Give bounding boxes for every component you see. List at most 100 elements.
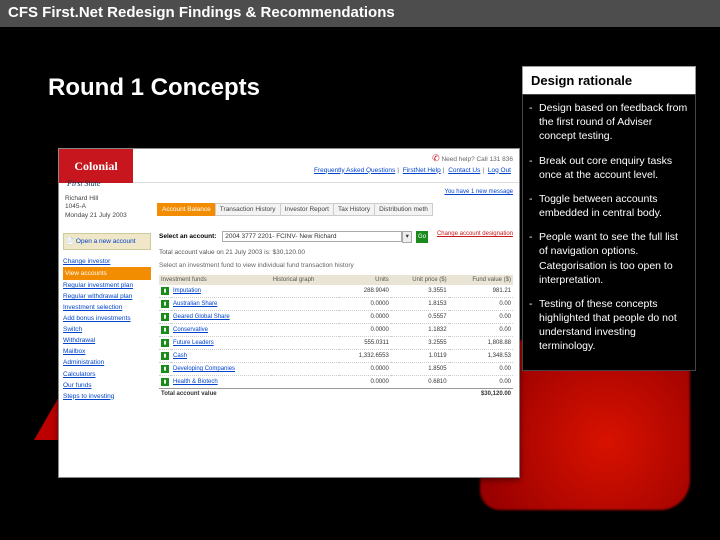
tab-tax-history[interactable]: Tax History [333,203,375,216]
chart-icon[interactable]: ▮ [161,378,169,386]
top-link[interactable]: Frequently Asked Questions [314,167,395,174]
col-value: Fund value ($) [449,275,513,285]
chart-icon[interactable]: ▮ [161,339,169,347]
open-new-account[interactable]: 📄 Open a new account [63,233,151,250]
sidebar-item[interactable]: Our funds [63,380,151,391]
col-fund: Investment funds [159,275,271,285]
tab-transaction-history[interactable]: Transaction History [215,203,281,216]
tab-investor-report[interactable]: Investor Report [280,203,334,216]
total-label: Total account value [159,389,339,400]
sidebar-item[interactable]: Withdrawal [63,335,151,346]
go-button[interactable]: Go [416,231,428,243]
sidebar-item[interactable]: Administration [63,357,151,368]
units-cell: 0.0000 [339,376,390,389]
rationale-title: Design rationale [522,66,696,94]
price-cell: 1.8153 [391,298,449,311]
slide-subtitle: Round 1 Concepts [48,74,260,102]
rationale-item: Toggle between accounts embedded in cent… [529,192,689,220]
phone-icon: ✆ [432,153,440,163]
funds-table: Investment funds Historical graph Units … [159,275,513,399]
table-row: ▮Developing Companies0.00001.85050.00 [159,363,513,376]
chart-icon[interactable]: ▮ [161,352,169,360]
value-cell: 0.00 [449,298,513,311]
main-content: Select an account: 2004 3777 2201- FCINV… [159,227,513,399]
price-cell: 1.0119 [391,350,449,363]
sidebar-item[interactable]: Switch [63,324,151,335]
top-link[interactable]: Contact Us [448,167,480,174]
table-row: ▮ Geared Global Share 0.00000.55570.00 [159,311,513,324]
brand-logo: Colonial [59,149,133,183]
value-cell: 1,348.53 [449,350,513,363]
fund-link[interactable]: Future Leaders [173,340,214,346]
table-row: ▮ Imputation 288.90403.3551981.21 [159,285,513,298]
slide: CFS First.Net Redesign Findings & Recomm… [0,0,720,540]
sidebar: 📄 Open a new account Change investor Vie… [63,233,151,402]
chart-icon[interactable]: ▮ [161,326,169,334]
table-row: ▮ Future Leaders 555.03113.25551,808.88 [159,337,513,350]
price-cell: 1.8505 [391,363,449,376]
sidebar-item[interactable]: Regular withdrawal plan [63,291,151,302]
table-row: ▮ Australian Share 0.00001.81530.00 [159,298,513,311]
embedded-screenshot: Colonial ✆ Need help? Call 131 836 Frequ… [58,148,520,478]
top-link[interactable]: Log Out [488,167,511,174]
units-cell: 288.9040 [339,285,390,298]
tab-bar: Account Balance Transaction History Inve… [157,203,432,216]
col-graph: Historical graph [271,275,340,285]
value-cell: 0.00 [449,376,513,389]
user-date: Monday 21 July 2003 [65,212,127,220]
rationale-panel: Design rationale Design based on feedbac… [522,66,696,371]
top-right-area: ✆ Need help? Call 131 836 Frequently Ask… [133,149,519,183]
price-cell: 3.2555 [391,337,449,350]
price-cell: 0.5557 [391,311,449,324]
table-row: ▮Conservative0.00001.18320.00 [159,324,513,337]
units-cell: 555.0311 [339,337,390,350]
rationale-item: Design based on feedback from the first … [529,101,689,144]
user-block: Richard Hill 1045-A Monday 21 July 2003 [65,195,127,220]
units-cell: 1,332.6553 [339,350,390,363]
units-cell: 0.0000 [339,363,390,376]
sidebar-item[interactable]: View accounts [63,267,151,280]
fund-link[interactable]: Geared Global Share [173,314,230,320]
chevron-down-icon[interactable]: ▾ [402,231,412,243]
chart-icon[interactable]: ▮ [161,287,169,295]
select-account-label: Select an account: [159,233,216,240]
value-cell: 0.00 [449,324,513,337]
price-cell: 3.3551 [391,285,449,298]
account-select[interactable]: 2004 3777 2201- FCINV- New Richard [222,231,402,242]
brand-sub: First State [67,179,101,188]
value-cell: 0.00 [449,311,513,324]
fund-link[interactable]: Developing Companies [173,366,235,372]
sidebar-item[interactable]: Steps to investing [63,391,151,402]
units-cell: 0.0000 [339,311,390,324]
change-designation-link[interactable]: Change account designation [437,231,513,237]
chart-icon[interactable]: ▮ [161,313,169,321]
fund-link[interactable]: Cash [173,353,187,359]
table-row: ▮ Cash 1,332.65531.01191,348.53 [159,350,513,363]
table-row: ▮Health & Biotech0.00000.68100.00 [159,376,513,389]
value-cell: 1,808.88 [449,337,513,350]
top-link[interactable]: FirstNet Help [403,167,441,174]
fund-link[interactable]: Australian Share [173,301,217,307]
sidebar-item[interactable]: Investment selection [63,302,151,313]
chart-icon[interactable]: ▮ [161,365,169,373]
col-units: Units [339,275,390,285]
sidebar-item[interactable]: Regular investment plan [63,280,151,291]
sidebar-item[interactable]: Mailbox [63,346,151,357]
rationale-item: Break out core enquiry tasks once at the… [529,154,689,182]
sidebar-item[interactable]: Change investor [63,256,151,267]
chart-icon[interactable]: ▮ [161,300,169,308]
fund-link[interactable]: Imputation [173,288,201,294]
tab-account-balance[interactable]: Account Balance [157,203,216,216]
sidebar-item[interactable]: Add bonus investments [63,313,151,324]
units-cell: 0.0000 [339,324,390,337]
fund-link[interactable]: Health & Biotech [173,379,218,385]
units-cell: 0.0000 [339,298,390,311]
top-links: Frequently Asked Questions| FirstNet Hel… [139,166,513,176]
value-cell: 981.21 [449,285,513,298]
sidebar-item[interactable]: Calculators [63,369,151,380]
tab-distribution[interactable]: Distribution meth [374,203,433,216]
help-text: Need help? Call 131 836 [441,156,513,163]
messages-link[interactable]: You have 1 new message [445,189,514,195]
fund-link[interactable]: Conservative [173,327,208,333]
rationale-item: People want to see the full list of navi… [529,230,689,287]
